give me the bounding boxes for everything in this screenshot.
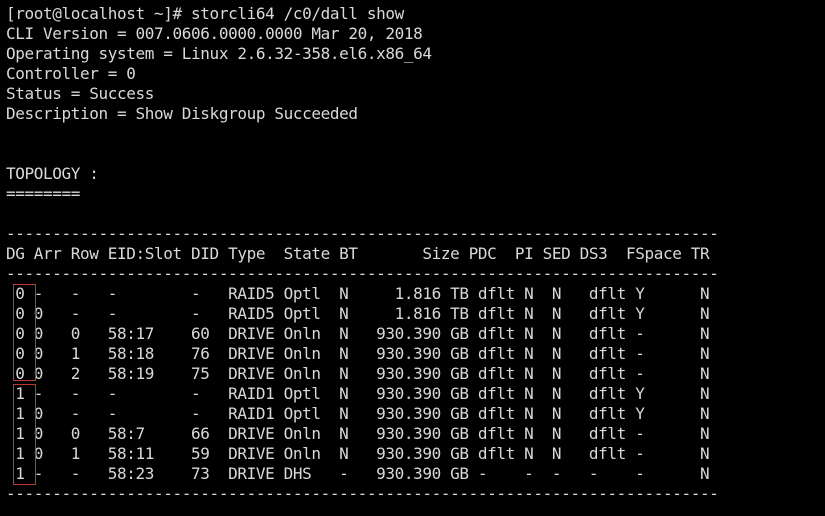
terminal-line: DG Arr Row EID:Slot DID Type State BT Si…: [6, 244, 710, 263]
terminal-line: CLI Version = 007.0606.0000.0000 Mar 20,…: [6, 24, 423, 43]
terminal-line: 0 - - - - RAID5 Optl N 1.816 TB dflt N N…: [6, 284, 710, 303]
terminal-line: 0 0 1 58:18 76 DRIVE Onln N 930.390 GB d…: [6, 344, 710, 363]
terminal-line: ========: [6, 184, 81, 203]
terminal-line: Description = Show Diskgroup Succeeded: [6, 104, 358, 123]
terminal-line: 1 0 - - - RAID1 Optl N 930.390 GB dflt N…: [6, 404, 710, 423]
terminal-line: 0 0 2 58:19 75 DRIVE Onln N 930.390 GB d…: [6, 364, 710, 383]
terminal-line: Operating system = Linux 2.6.32-358.el6.…: [6, 44, 432, 63]
terminal-line: 1 - - 58:23 73 DRIVE DHS - 930.390 GB - …: [6, 464, 710, 483]
dg1-highlight-box: [13, 384, 36, 485]
terminal-line: ----------------------------------------…: [6, 264, 719, 283]
terminal-line: TOPOLOGY :: [6, 164, 99, 183]
terminal-line: 1 0 0 58:7 66 DRIVE Onln N 930.390 GB df…: [6, 424, 710, 443]
terminal-line: 1 - - - - RAID1 Optl N 930.390 GB dflt N…: [6, 384, 710, 403]
terminal-line: 1 0 1 58:11 59 DRIVE Onln N 930.390 GB d…: [6, 444, 710, 463]
terminal-line: Controller = 0: [6, 64, 136, 83]
terminal-window[interactable]: [root@localhost ~]# storcli64 /c0/dall s…: [0, 0, 825, 516]
terminal-line: ----------------------------------------…: [6, 484, 719, 503]
dg0-highlight-box: [13, 284, 36, 381]
terminal-line: 0 0 - - - RAID5 Optl N 1.816 TB dflt N N…: [6, 304, 710, 323]
terminal-line: ----------------------------------------…: [6, 224, 719, 243]
terminal-line: Status = Success: [6, 84, 155, 103]
terminal-line: 0 0 0 58:17 60 DRIVE Onln N 930.390 GB d…: [6, 324, 710, 343]
terminal-line: [root@localhost ~]# storcli64 /c0/dall s…: [6, 4, 404, 23]
